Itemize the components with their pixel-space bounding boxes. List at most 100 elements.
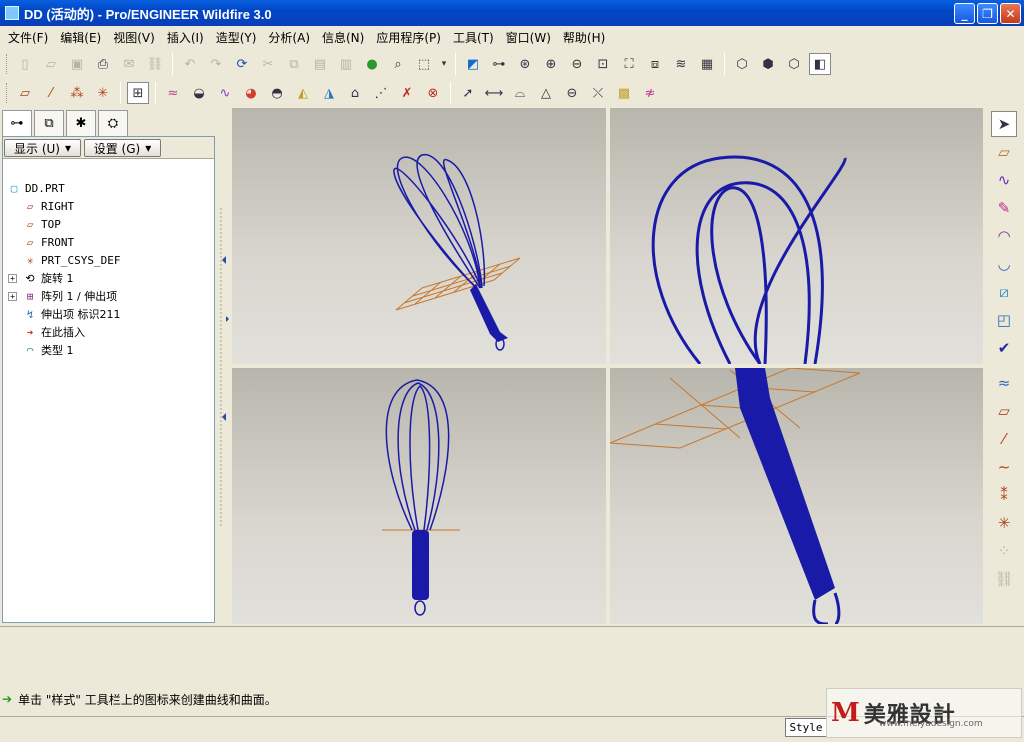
find-icon[interactable]: ⌕	[387, 53, 409, 75]
trim-surface-icon[interactable]: ⧄	[991, 279, 1017, 305]
connect-surface-icon[interactable]: ◡	[991, 251, 1017, 277]
folder-browser-tab[interactable]: ⧉	[34, 110, 64, 136]
copy-icon[interactable]: ⧉	[283, 53, 305, 75]
hidden-line-icon[interactable]: ⬢	[757, 53, 779, 75]
view-manager-icon[interactable]: ▦	[696, 53, 718, 75]
distance-measure-icon[interactable]: ⟷	[483, 82, 505, 104]
plane-icon[interactable]: ▱	[991, 398, 1017, 424]
viewport-top-right[interactable]	[610, 108, 983, 365]
gaussian-icon[interactable]: ◕	[240, 82, 262, 104]
menu-view[interactable]: 视图(V)	[107, 29, 161, 46]
panel-splitter[interactable]	[217, 108, 229, 624]
done-checkmark-icon[interactable]: ✔	[991, 335, 1017, 361]
dihedral-icon[interactable]: ⋰	[370, 82, 392, 104]
shading-icon[interactable]: ◧	[809, 53, 831, 75]
save-icon[interactable]: ▣	[66, 53, 88, 75]
delete-analysis-icon[interactable]: ✗	[396, 82, 418, 104]
diameter-measure-icon[interactable]: ⊖	[561, 82, 583, 104]
orient-mode-icon[interactable]: ⊛	[514, 53, 536, 75]
toolbar-grip[interactable]	[6, 54, 9, 74]
help-pointer-icon[interactable]: ➚	[457, 82, 479, 104]
close-button[interactable]: ✕	[1000, 3, 1021, 24]
connections-tab[interactable]: ⛭	[98, 110, 128, 136]
expand-icon[interactable]: +	[8, 291, 17, 301]
model-player-icon[interactable]: ●	[361, 53, 383, 75]
mass-properties-icon[interactable]: ▩	[613, 82, 635, 104]
expand-icon[interactable]: +	[8, 273, 17, 283]
zoom-out-icon[interactable]: ⊖	[566, 53, 588, 75]
transform-icon[interactable]: ⤬	[587, 82, 609, 104]
datum-point-display-icon[interactable]: ⁂	[66, 82, 88, 104]
curve-on-surface-icon[interactable]: ≈	[991, 370, 1017, 396]
toolbar-grip[interactable]	[6, 83, 9, 103]
draft-icon[interactable]: ◭	[292, 82, 314, 104]
create-curve-icon[interactable]: ∿	[991, 167, 1017, 193]
edit-curve-icon[interactable]: ✎	[991, 195, 1017, 221]
curve-analysis-2-icon[interactable]: ≉	[639, 82, 661, 104]
datum-plane-display-icon[interactable]: ▱	[14, 82, 36, 104]
wireframe-icon[interactable]: ⬡	[731, 53, 753, 75]
open-file-icon[interactable]: ▱	[40, 53, 62, 75]
menu-styling[interactable]: 造型(Y)	[210, 29, 263, 46]
repaint-icon[interactable]: ◩	[462, 53, 484, 75]
settings-dropdown[interactable]: 设置 (G) ▾	[84, 139, 161, 157]
selection-box-icon[interactable]: ⬚	[413, 53, 435, 75]
offset-analysis-icon[interactable]: ⌂	[344, 82, 366, 104]
style-grid-icon[interactable]: ⊞	[127, 82, 149, 104]
cut-icon[interactable]: ✂	[257, 53, 279, 75]
menu-tools[interactable]: 工具(T)	[447, 29, 500, 46]
refit-icon[interactable]: ⊡	[592, 53, 614, 75]
spin-center-icon[interactable]: ⊶	[488, 53, 510, 75]
layers-icon[interactable]: ≋	[670, 53, 692, 75]
edit-surface-icon[interactable]: ◰	[991, 307, 1017, 333]
model-tree-tab[interactable]: ⊶	[2, 110, 32, 136]
menu-info[interactable]: 信息(N)	[316, 29, 370, 46]
reorient-icon[interactable]: ⛶	[618, 53, 640, 75]
paste-icon[interactable]: ▤	[309, 53, 331, 75]
maximize-button[interactable]: ❐	[977, 3, 998, 24]
tree-item[interactable]: ▱ FRONT	[3, 233, 214, 251]
reflection-icon[interactable]: ◓	[266, 82, 288, 104]
sketched-curve-icon[interactable]: ∼	[991, 454, 1017, 480]
axis-icon[interactable]: ⁄	[991, 426, 1017, 452]
curve-analysis-icon[interactable]: ≈	[162, 82, 184, 104]
hide-analysis-icon[interactable]: ⊗	[422, 82, 444, 104]
tree-item[interactable]: ▱ RIGHT	[3, 197, 214, 215]
minimize-button[interactable]: _	[954, 3, 975, 24]
boundary-surface-icon[interactable]: ◠	[991, 223, 1017, 249]
select-arrow-icon[interactable]: ➤	[991, 111, 1017, 137]
tree-item[interactable]: ◠ 类型 1	[3, 341, 214, 359]
graphics-window[interactable]	[232, 108, 983, 626]
favorites-tab[interactable]: ✱	[66, 110, 96, 136]
slope-icon[interactable]: ◮	[318, 82, 340, 104]
viewport-bottom-left[interactable]	[232, 368, 606, 624]
datum-point-icon[interactable]: ⁑	[991, 482, 1017, 508]
print-icon[interactable]: ⎙	[92, 53, 114, 75]
section-curvature-icon[interactable]: ∿	[214, 82, 236, 104]
menu-edit[interactable]: 编辑(E)	[54, 29, 107, 46]
viewport-top-left[interactable]	[232, 108, 606, 364]
link-icon[interactable]: ⛓	[991, 566, 1017, 592]
area-measure-icon[interactable]: ⌓	[509, 82, 531, 104]
menu-insert[interactable]: 插入(I)	[161, 29, 210, 46]
datum-axis-display-icon[interactable]: ⁄	[40, 82, 62, 104]
send-mail-icon[interactable]: ✉	[118, 53, 140, 75]
tree-item[interactable]: ↯ 伸出项 标识211	[3, 305, 214, 323]
menu-analysis[interactable]: 分析(A)	[262, 29, 316, 46]
coordinate-system-icon[interactable]: ✳	[991, 510, 1017, 536]
tree-item[interactable]: ▱ TOP	[3, 215, 214, 233]
menu-file[interactable]: 文件(F)	[2, 29, 54, 46]
tree-item[interactable]: ▢ DD.PRT	[3, 179, 214, 197]
redo-icon[interactable]: ↷	[205, 53, 227, 75]
tree-item[interactable]: + ⟲ 旋转 1	[3, 269, 214, 287]
zoom-in-icon[interactable]: ⊕	[540, 53, 562, 75]
chevron-down-icon[interactable]: ▾	[439, 53, 449, 75]
tree-item[interactable]: ✳ PRT_CSYS_DEF	[3, 251, 214, 269]
regenerate-icon[interactable]: ⟳	[231, 53, 253, 75]
viewport-bottom-right[interactable]	[609, 367, 983, 626]
no-hidden-icon[interactable]: ⬡	[783, 53, 805, 75]
show-dropdown[interactable]: 显示 (U) ▾	[4, 139, 81, 157]
tree-item[interactable]: + ⊞ 阵列 1 / 伸出项	[3, 287, 214, 305]
curvature-icon[interactable]: ◒	[188, 82, 210, 104]
saved-views-icon[interactable]: ⧈	[644, 53, 666, 75]
